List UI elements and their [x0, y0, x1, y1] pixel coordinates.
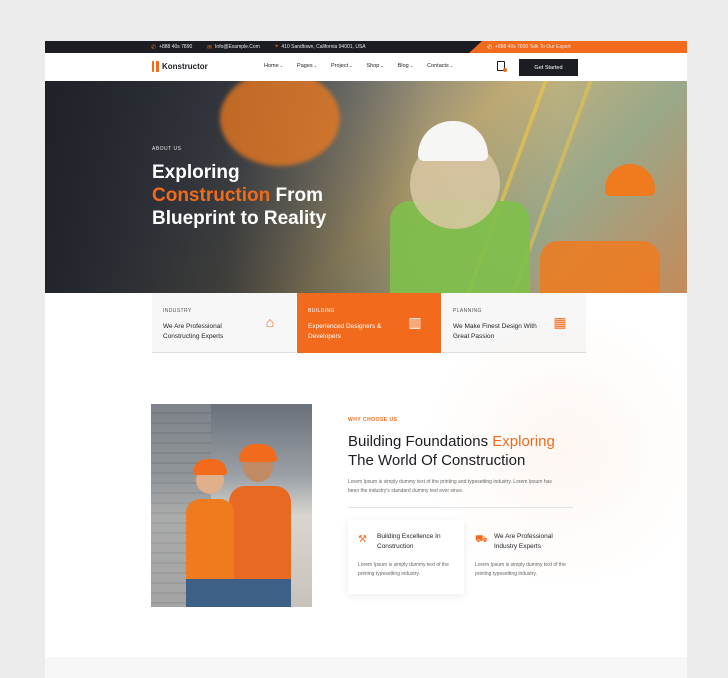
topbar-address: ⌖ 410 Sandtown, California 94001, USA [275, 43, 366, 51]
nav-item-contacts[interactable]: Contacts⌄ [427, 63, 453, 69]
cart-icon[interactable] [497, 61, 507, 72]
service-card-building[interactable]: BUILDING Experienced Designers & Develop… [297, 293, 441, 353]
truck-icon: ⛟ [475, 534, 488, 545]
cart-badge [503, 68, 507, 72]
nav-item-home[interactable]: Home⌄ [264, 63, 283, 69]
hero-eyebrow: ABOUT US [152, 146, 182, 152]
crane-icon: ⚒ [358, 534, 367, 545]
logo-icon [152, 61, 159, 72]
mail-icon: ✉ [207, 44, 213, 51]
chevron-down-icon: ⌄ [449, 63, 454, 68]
nav-menu: Home⌄ Pages⌄ Project⌄ Shop⌄ Blog⌄ Contac… [264, 63, 453, 69]
logo-text: Konstructor [162, 62, 208, 71]
hero-image-detail [220, 81, 340, 166]
section-description: Lorem Ipsum is simply dummy text of the … [348, 479, 552, 494]
hero-image-detail [540, 241, 660, 293]
chevron-down-icon: ⌄ [349, 63, 353, 68]
location-icon: ⌖ [275, 43, 279, 50]
feature-card-excellence[interactable]: ⚒ Building Excellence In Construction Lo… [348, 520, 464, 594]
chevron-down-icon: ⌄ [313, 63, 317, 68]
house-tool-icon: ⌂ [265, 314, 275, 330]
nav-item-pages[interactable]: Pages⌄ [297, 63, 317, 69]
hero-title: Exploring Construction From Blueprint to… [152, 162, 327, 229]
nav-item-project[interactable]: Project⌄ [331, 63, 352, 69]
section-title: Building Foundations Exploring The World… [348, 433, 555, 469]
top-bar: ✆ +888 40s 7890 ✉ Info@Example.Com ⌖ 410… [45, 41, 687, 53]
topbar-phone[interactable]: ✆ +888 40s 7890 [151, 41, 192, 53]
chevron-down-icon: ⌄ [409, 63, 414, 68]
feature-card-experts[interactable]: ⛟ We Are Professional Industry Experts L… [465, 520, 581, 594]
chevron-down-icon: ⌄ [380, 63, 384, 68]
hero-banner: ABOUT US Exploring Construction From Blu… [45, 81, 687, 293]
logo[interactable]: Konstructor [152, 61, 208, 72]
section-eyebrow: WHY CHOOSE US [348, 417, 398, 423]
hero-image-detail [418, 121, 488, 161]
divider [348, 507, 573, 508]
page: ✆ +888 40s 7890 ✉ Info@Example.Com ⌖ 410… [45, 41, 687, 678]
main-nav: Konstructor Home⌄ Pages⌄ Project⌄ Shop⌄ … [45, 53, 687, 81]
topbar-expert[interactable]: ✆ +888 40s 7890 Talk To Our Expert [487, 41, 571, 53]
hero-image-detail [605, 164, 655, 196]
phone-icon: ✆ [151, 44, 157, 51]
nav-item-shop[interactable]: Shop⌄ [366, 63, 383, 69]
workers-photo [151, 404, 312, 607]
topbar-email[interactable]: ✉ Info@Example.Com [207, 41, 260, 53]
nav-item-blog[interactable]: Blog⌄ [398, 63, 413, 69]
chevron-down-icon: ⌄ [279, 63, 284, 68]
service-card-industry[interactable]: INDUSTRY We Are Professional Constructin… [152, 293, 296, 353]
phone-icon: ✆ [487, 44, 493, 51]
next-section [45, 657, 687, 678]
get-started-button[interactable]: Get Started [519, 59, 578, 76]
factory-icon: ▥ [408, 314, 422, 330]
